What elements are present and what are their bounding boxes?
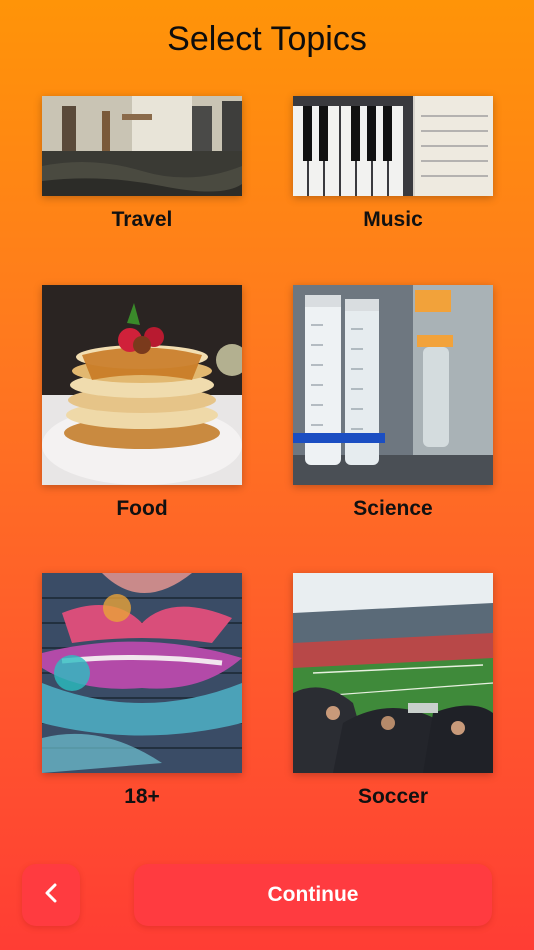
topic-tile-18plus[interactable]: 18+ xyxy=(42,573,242,808)
topic-label-18plus: 18+ xyxy=(124,785,160,808)
topic-label-science: Science xyxy=(353,497,433,520)
back-button[interactable] xyxy=(22,864,80,926)
topic-tile-music[interactable]: Music xyxy=(293,96,493,231)
science-image xyxy=(293,285,493,485)
soccer-image xyxy=(293,573,493,773)
chevron-left-icon xyxy=(43,882,59,909)
continue-label: Continue xyxy=(267,883,359,906)
topic-tile-travel[interactable]: Travel xyxy=(42,96,242,231)
topic-label-soccer: Soccer xyxy=(357,785,429,808)
topic-tile-food[interactable]: Food xyxy=(42,285,242,520)
topics-grid: Travel Music Food Science 18+ Soccer xyxy=(0,0,534,850)
continue-button[interactable]: Continue xyxy=(134,864,492,926)
topic-label-music: Music xyxy=(363,208,423,231)
topic-tile-science[interactable]: Science xyxy=(293,285,493,520)
topic-label-food: Food xyxy=(116,497,168,520)
topic-tile-soccer[interactable]: Soccer xyxy=(293,573,493,808)
graffiti-image xyxy=(42,573,242,773)
food-image xyxy=(42,285,242,485)
music-image xyxy=(293,96,493,196)
topic-label-travel: Travel xyxy=(111,208,173,231)
travel-image xyxy=(42,96,242,196)
